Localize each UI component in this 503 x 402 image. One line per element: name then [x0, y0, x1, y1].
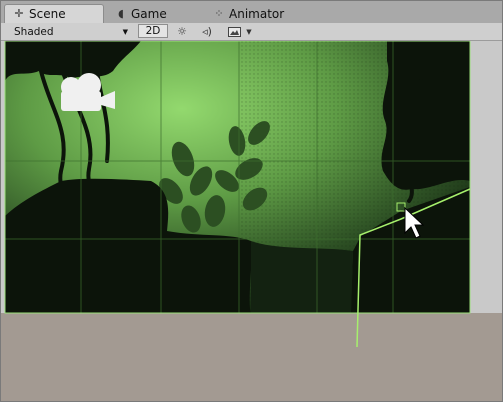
audio-icon[interactable]: ◃) — [198, 24, 216, 39]
nodes-icon: ⁘ — [214, 6, 224, 20]
unity-scene-window: ✛ Scene ◖ Game ⁘ Animator Shaded ▼ 2D ☼ … — [0, 0, 503, 402]
bottom-center-shadow — [251, 241, 353, 313]
tab-scene-label: Scene — [29, 7, 66, 21]
effects-dropdown-arrow-icon[interactable]: ▼ — [244, 24, 254, 39]
dropdown-arrow-icon: ▼ — [122, 27, 128, 36]
tab-scene[interactable]: ✛ Scene — [4, 4, 104, 23]
tab-game-label: Game — [131, 6, 167, 21]
image-effects-icon[interactable] — [225, 24, 243, 39]
scene-viewport[interactable] — [1, 41, 502, 401]
shading-mode-label: Shaded — [14, 25, 54, 38]
pacman-icon: ◖ — [118, 6, 124, 20]
tab-animator-label: Animator — [229, 6, 285, 21]
crosshair-icon: ✛ — [14, 7, 24, 20]
right-foliage — [381, 41, 470, 190]
scene-toolbar: Shaded ▼ 2D ☼ ◃) ▼ — [1, 23, 502, 41]
sun-icon[interactable]: ☼ — [173, 24, 191, 39]
tab-game[interactable]: ◖ Game — [107, 4, 202, 23]
tab-bar: ✛ Scene ◖ Game ⁘ Animator — [1, 1, 502, 24]
scene-artwork — [4, 41, 471, 348]
2d-mode-button[interactable]: 2D — [138, 24, 168, 38]
tab-animator[interactable]: ⁘ Animator — [205, 4, 315, 23]
2d-mode-label: 2D — [145, 25, 161, 37]
shading-mode-dropdown[interactable]: Shaded ▼ — [4, 24, 132, 39]
